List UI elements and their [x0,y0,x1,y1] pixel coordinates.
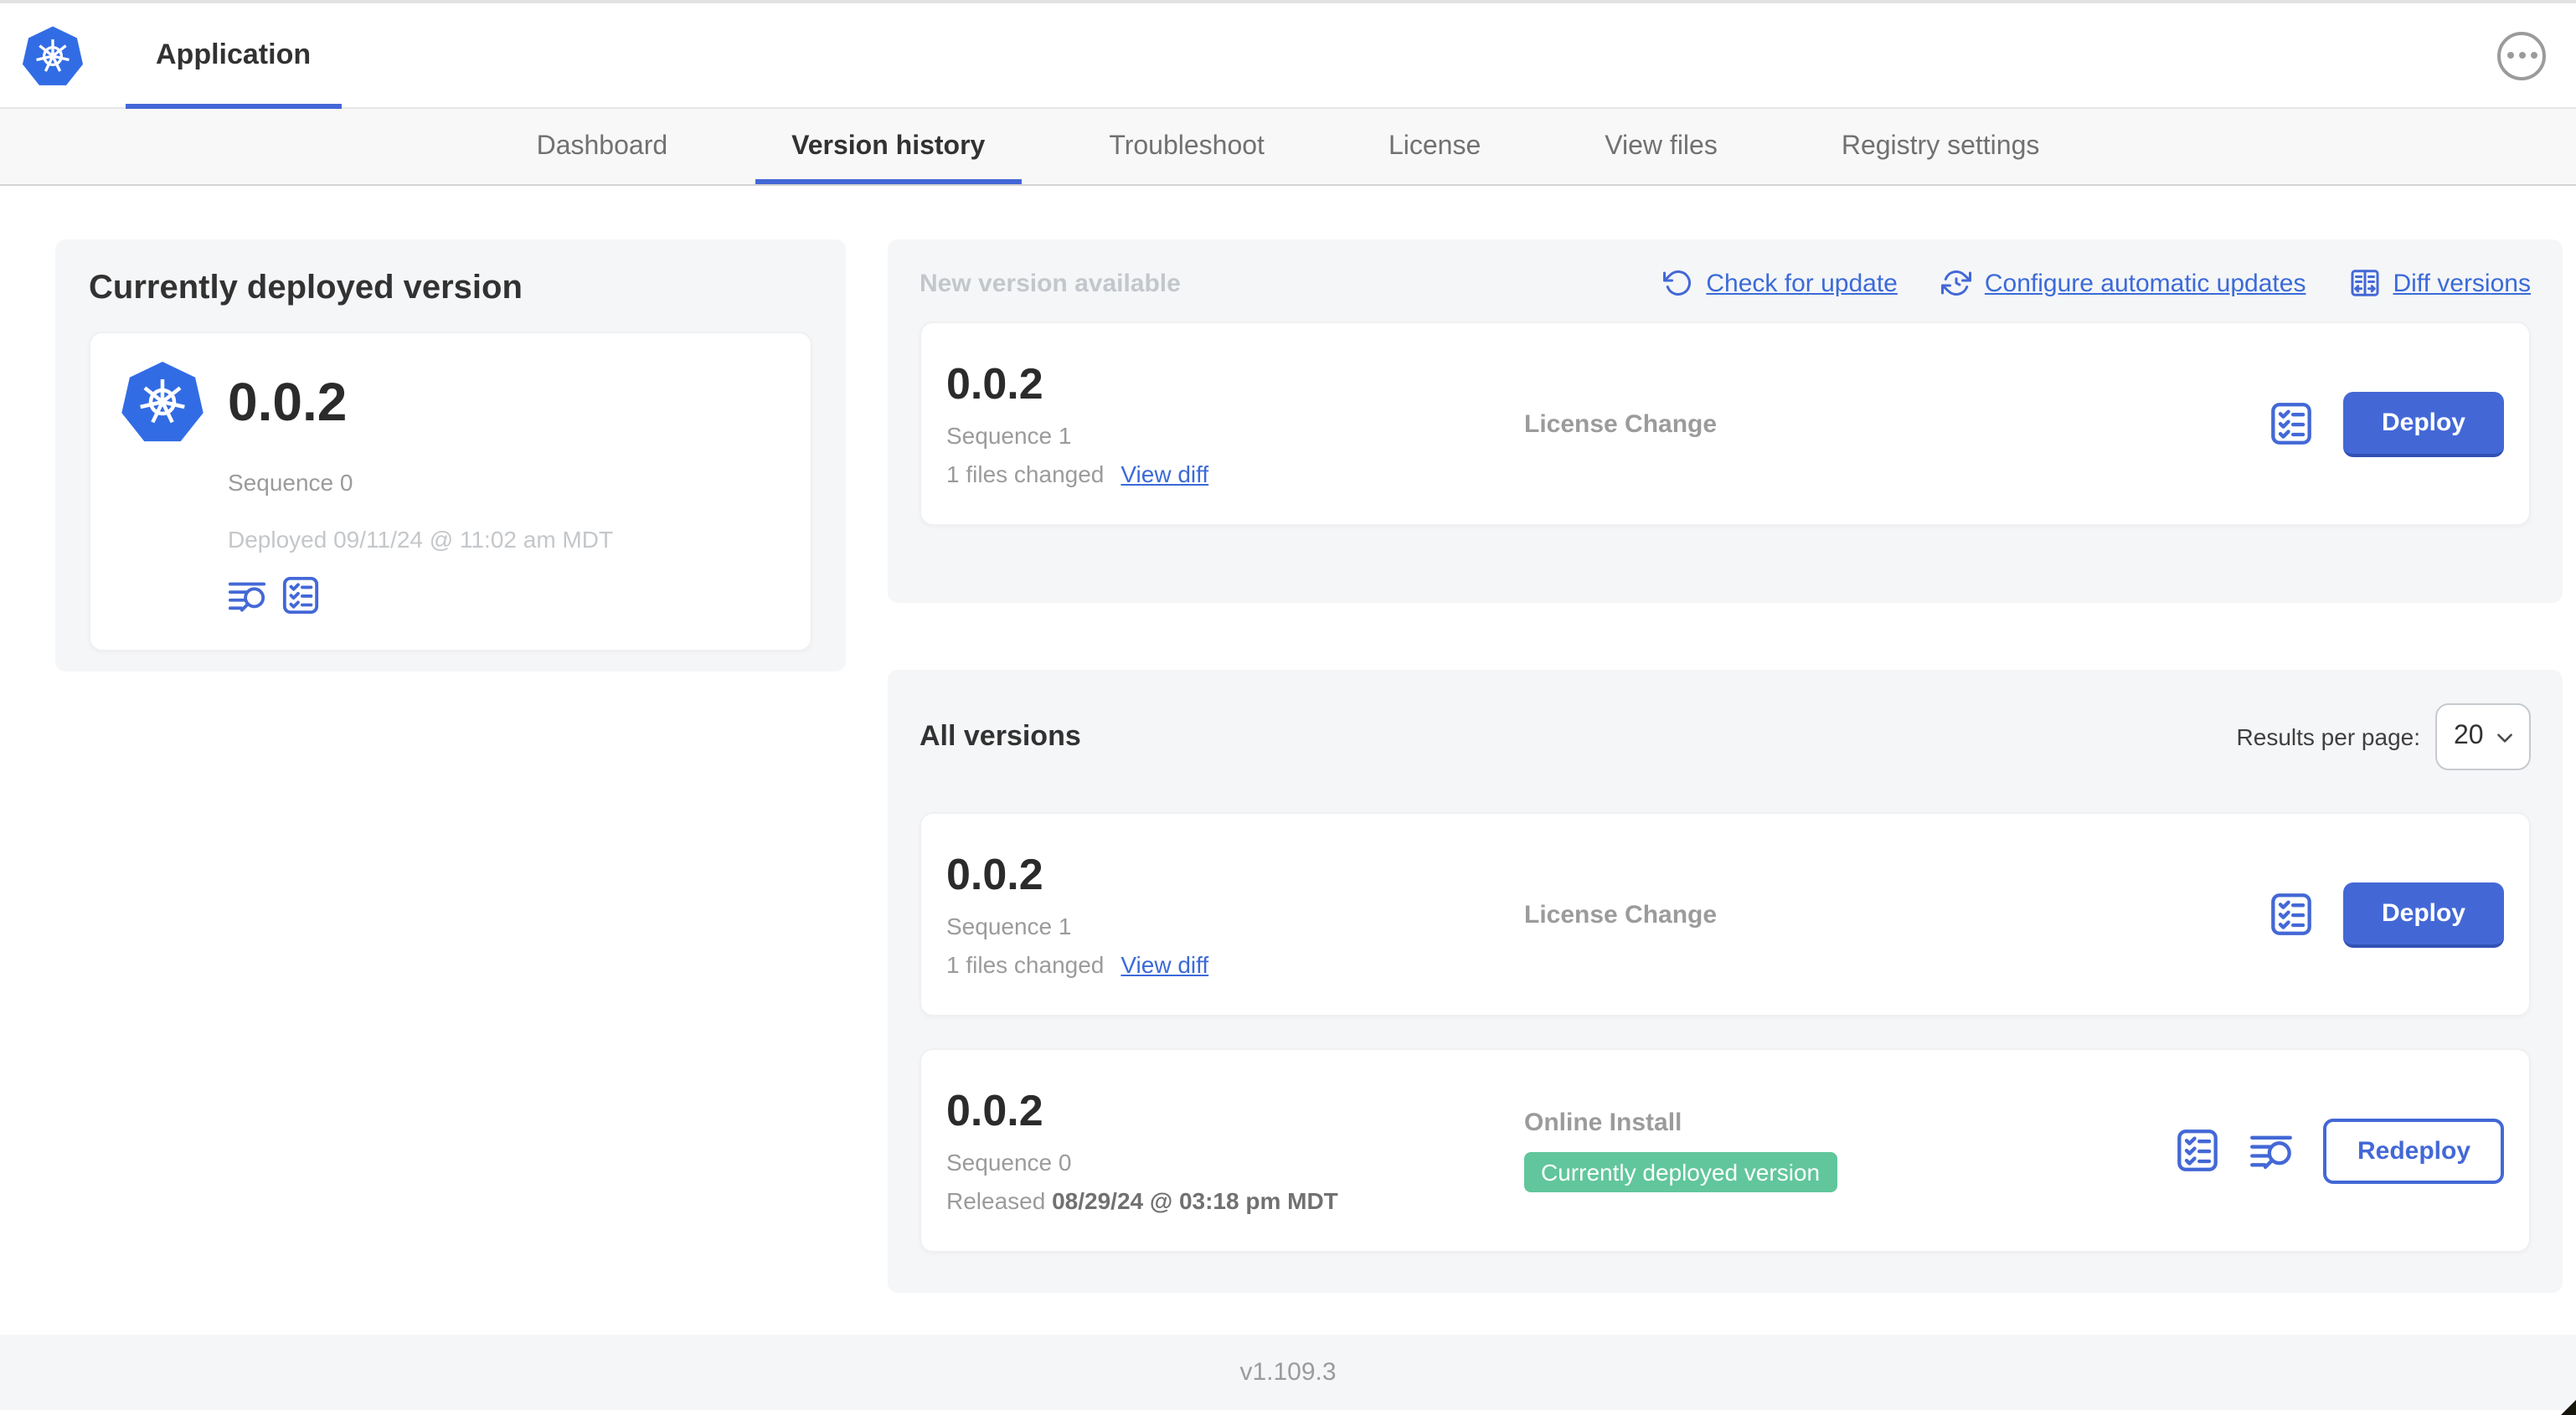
new-version-card: 0.0.2 Sequence 1 1 files changed View di… [920,322,2531,526]
version-sequence: Sequence 1 [946,912,1072,939]
app-tab-active-underline [126,104,342,109]
kubernetes-app-icon [121,362,204,442]
version-sequence: Sequence 1 [946,421,1072,449]
kubernetes-logo-icon [22,25,84,85]
preflight-checklist-icon[interactable] [281,576,320,615]
deploy-button[interactable]: Deploy [2342,391,2504,456]
tab-troubleshoot[interactable]: Troubleshoot [1072,109,1301,184]
app-tab[interactable]: Application [126,3,342,109]
app-tab-label: Application [156,39,312,70]
top-header: Application [0,0,2576,109]
version-source: Online Install [1524,1109,1682,1137]
new-version-title: New version available [920,269,1181,297]
deploy-logs-icon[interactable] [228,576,266,615]
version-source: License Change [1524,409,1718,438]
current-version-number: 0.0.2 [228,371,348,431]
view-diff-link[interactable]: View diff [1121,951,1208,978]
redeploy-button[interactable]: Redeploy [2323,1118,2504,1183]
check-for-update-link[interactable]: Check for update [1662,268,1898,298]
preflight-checklist-icon[interactable] [2269,402,2313,445]
page: Application Dashboard Version history Tr… [0,0,2576,1415]
clock-refresh-icon [1940,270,1971,296]
footer: v1.109.3 [0,1335,2576,1410]
preflight-checklist-icon[interactable] [2177,1129,2220,1172]
deploy-button[interactable]: Deploy [2342,882,2504,947]
current-version-title: Currently deployed version [89,270,523,306]
tab-registry-settings[interactable]: Registry settings [1805,109,2077,184]
version-row: 0.0.2 Sequence 1 1 files changed View di… [920,812,2531,1016]
tab-view-files[interactable]: View files [1568,109,1754,184]
version-number: 0.0.2 [946,358,1043,409]
version-number: 0.0.2 [946,1085,1043,1136]
console-version: v1.109.3 [1239,1358,1337,1387]
diff-icon [2350,270,2378,296]
new-version-panel: New version available Check for update C… [888,239,2563,603]
all-versions-title: All versions [920,720,1081,752]
version-subnav: Dashboard Version history Troubleshoot L… [0,109,2576,186]
refresh-icon [1662,270,1691,296]
current-version-card: 0.0.2 Sequence 0 Deployed 09/11/24 @ 11:… [89,332,812,651]
results-per-page-label: Results per page: [2236,723,2420,750]
current-version-panel: Currently deployed version 0.0.2 Sequenc… [55,239,846,671]
current-version-deployed-timestamp: Deployed 09/11/24 @ 11:02 am MDT [228,526,614,553]
ellipsis-menu-icon[interactable] [2497,31,2546,80]
main-content: Currently deployed version 0.0.2 Sequenc… [55,239,2563,1293]
diff-versions-link[interactable]: Diff versions [2349,268,2531,298]
version-source: License Change [1524,900,1718,929]
configure-automatic-updates-link[interactable]: Configure automatic updates [1940,268,2306,298]
current-version-sequence: Sequence 0 [228,469,353,496]
view-diff-link[interactable]: View diff [1121,461,1208,487]
results-per-page-select[interactable]: 20 [2435,703,2531,770]
tab-dashboard[interactable]: Dashboard [500,109,705,184]
version-released-timestamp: Released 08/29/24 @ 03:18 pm MDT [946,1186,1338,1214]
version-row: 0.0.2 Sequence 0 Released 08/29/24 @ 03:… [920,1048,2531,1253]
files-changed-label: 1 files changed [946,460,1105,487]
all-versions-panel: All versions Results per page: 20 0.0.2 … [888,670,2563,1293]
version-sequence: Sequence 0 [946,1148,1072,1176]
right-column: New version available Check for update C… [888,239,2563,1293]
version-number: 0.0.2 [946,849,1043,900]
preflight-checklist-icon[interactable] [2269,893,2313,936]
files-changed-label: 1 files changed [946,950,1105,978]
chevron-down-icon [2497,733,2512,742]
tab-license[interactable]: License [1352,109,1517,184]
tab-version-history[interactable]: Version history [755,109,1022,184]
currently-deployed-badge: Currently deployed version [1524,1152,1837,1192]
deploy-logs-icon[interactable] [2250,1129,2294,1172]
